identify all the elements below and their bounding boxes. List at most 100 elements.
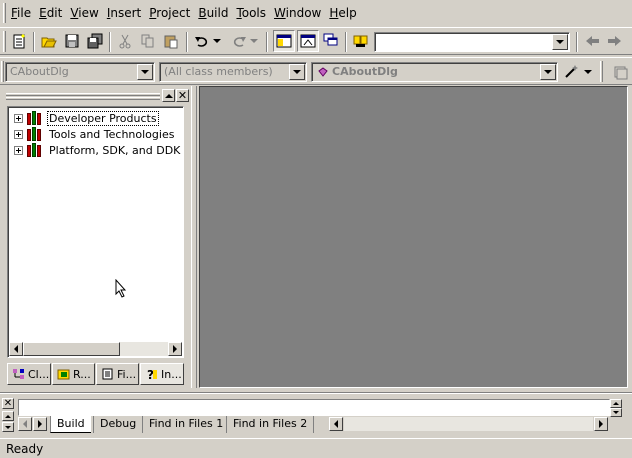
tree-hscrollbar[interactable] — [9, 342, 182, 356]
output-close-icon[interactable]: ✕ — [2, 398, 14, 409]
resourceview-icon — [57, 369, 70, 380]
class-combo-value: CAboutDlg — [10, 65, 69, 78]
member-combo-dropdown-icon[interactable] — [540, 64, 556, 80]
tab-classview[interactable]: Cl... — [7, 363, 51, 385]
infoview-icon: ? — [147, 368, 157, 380]
filter-combo-dropdown-icon[interactable] — [289, 64, 305, 80]
close-icon[interactable]: ✕ — [176, 89, 189, 102]
tab-label: Cl... — [28, 367, 50, 381]
scroll-right-icon[interactable] — [168, 342, 182, 356]
menu-project[interactable]: Project — [149, 5, 193, 21]
menu-build[interactable]: Build — [198, 5, 231, 21]
menu-file[interactable]: File — [11, 5, 34, 21]
workspace-splitter[interactable] — [191, 86, 197, 388]
hscroll-left-icon[interactable] — [329, 417, 343, 431]
find-in-files-icon[interactable] — [350, 30, 372, 52]
wizard-action-icon[interactable] — [560, 61, 582, 83]
properties-icon[interactable] — [609, 61, 631, 83]
toolbar-separator — [186, 32, 188, 52]
tab-scroll-left-icon[interactable] — [18, 417, 32, 431]
redo-dropdown-icon[interactable] — [249, 30, 259, 52]
output-divider — [0, 392, 632, 394]
expand-icon[interactable] — [14, 113, 23, 123]
output-tab-find1[interactable]: Find in Files 1 — [142, 416, 229, 433]
tree-item-tools-and-technologies[interactable]: Tools and Technologies — [14, 126, 176, 142]
filter-combo[interactable]: (All class members) — [159, 62, 307, 82]
tab-label: Find in Files 2 — [233, 417, 308, 430]
classview-icon — [13, 369, 24, 379]
menu-tools[interactable]: Tools — [236, 5, 269, 21]
tree-item-developer-products[interactable]: Developer Products — [14, 110, 159, 126]
menu-edit[interactable]: Edit — [39, 5, 65, 21]
tab-infoview[interactable]: ? In... — [140, 363, 184, 385]
output-scroll-up-icon[interactable] — [2, 411, 14, 421]
forward-icon[interactable] — [604, 30, 626, 52]
output-tab-find2[interactable]: Find in Files 2 — [226, 416, 315, 433]
workspace-titlebar[interactable]: ✕ — [4, 88, 190, 104]
open-icon[interactable] — [38, 30, 60, 52]
maximize-icon[interactable] — [162, 89, 175, 102]
class-icon — [318, 66, 328, 77]
toolbar-separator — [109, 32, 111, 52]
output-pane[interactable] — [18, 399, 610, 416]
output-scroll-down-icon[interactable] — [2, 422, 14, 432]
toolbar-grip[interactable] — [1, 61, 4, 82]
hscroll-right-icon[interactable] — [594, 417, 608, 431]
tree-item-label: Developer Products — [47, 110, 159, 126]
save-all-icon[interactable] — [84, 30, 106, 52]
expand-icon[interactable] — [14, 129, 23, 139]
scroll-left-icon[interactable] — [9, 342, 23, 356]
copy-icon[interactable] — [137, 30, 159, 52]
back-icon[interactable] — [581, 30, 603, 52]
menubar-grip[interactable] — [3, 3, 6, 23]
find-combo-dropdown-icon[interactable] — [552, 34, 568, 50]
toolbar-grip[interactable] — [600, 61, 603, 82]
output-hscroll-track[interactable] — [344, 417, 593, 431]
wizard-action-dropdown-icon[interactable] — [582, 61, 594, 83]
tab-fileview[interactable]: Fi... — [96, 363, 139, 385]
redo-icon[interactable] — [228, 30, 250, 52]
class-combo[interactable]: CAboutDlg — [5, 62, 155, 82]
new-text-file-icon[interactable] — [8, 30, 30, 52]
cut-icon[interactable] — [114, 30, 136, 52]
member-combo[interactable]: CAboutDlg — [311, 62, 558, 82]
scroll-thumb[interactable] — [23, 342, 120, 356]
tab-resourceview[interactable]: R... — [52, 363, 95, 385]
fileview-icon — [102, 368, 113, 380]
paste-icon[interactable] — [160, 30, 182, 52]
toolbar-grip[interactable] — [3, 31, 6, 52]
window-list-icon[interactable] — [320, 30, 342, 52]
menu-help[interactable]: Help — [329, 5, 359, 21]
workspace-icon[interactable] — [273, 30, 295, 52]
svg-text:?: ? — [147, 368, 154, 380]
output-vscroll-down-icon[interactable] — [610, 408, 622, 417]
tab-label: Build — [57, 417, 85, 430]
toolbar-separator — [33, 32, 35, 52]
undo-icon[interactable] — [191, 30, 213, 52]
member-combo-value: CAboutDlg — [332, 65, 398, 78]
output-vscroll-up-icon[interactable] — [610, 399, 622, 408]
menu-window[interactable]: Window — [274, 5, 324, 21]
output-icon[interactable] — [297, 30, 319, 52]
titlebar-grip — [6, 93, 160, 96]
menu-insert[interactable]: Insert — [107, 5, 144, 21]
member-combo-content: CAboutDlg — [318, 65, 398, 78]
tab-label: In... — [161, 367, 182, 381]
titlebar-grip — [6, 97, 160, 100]
mdi-client-area[interactable] — [199, 86, 628, 388]
tab-label: R... — [73, 367, 91, 381]
toolbar-separator — [266, 32, 268, 52]
tree-item-platform-sdk[interactable]: Platform, SDK, and DDK D — [14, 142, 183, 158]
save-icon[interactable] — [61, 30, 83, 52]
undo-dropdown-icon[interactable] — [212, 30, 222, 52]
expand-icon[interactable] — [14, 145, 23, 155]
menu-bar: File Edit View Insert Project Build Tool… — [0, 0, 632, 26]
output-tab-build[interactable]: Build — [50, 416, 91, 433]
workspace-tree[interactable]: Developer Products Tools and Technologie… — [7, 106, 184, 358]
class-combo-dropdown-icon[interactable] — [137, 64, 153, 80]
tab-scroll-right-icon[interactable] — [33, 417, 47, 431]
menu-view[interactable]: View — [70, 5, 101, 21]
output-tab-debug[interactable]: Debug — [93, 416, 142, 433]
find-combo[interactable] — [374, 32, 570, 52]
standard-toolbar — [0, 27, 632, 55]
